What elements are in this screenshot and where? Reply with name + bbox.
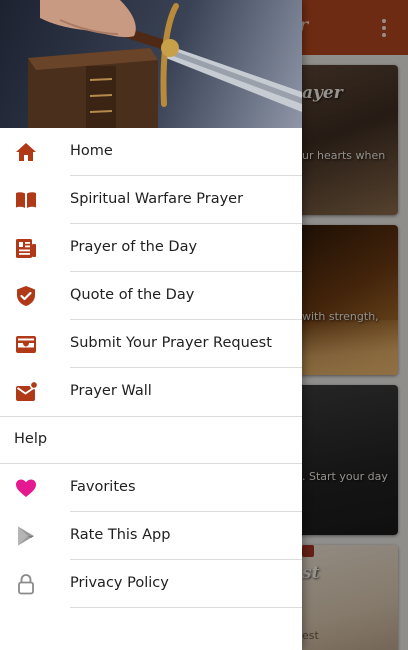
divider [0, 416, 302, 417]
drawer-item-favorites[interactable]: Favorites [0, 464, 302, 512]
drawer-item-rate-this-app[interactable]: Rate This App [0, 512, 302, 560]
drawer-header-image [0, 0, 302, 128]
navigation-drawer: Home Spiritual Warfare Prayer Prayer of … [0, 0, 302, 650]
drawer-item-quote-of-the-day[interactable]: Quote of the Day [0, 272, 302, 320]
drawer-item-submit-prayer-request[interactable]: Submit Your Prayer Request [0, 320, 302, 368]
drawer-item-label: Submit Your Prayer Request [70, 335, 272, 351]
mail-notification-icon [16, 380, 38, 401]
drawer-section-help: Help [0, 416, 302, 464]
home-icon [16, 143, 36, 161]
inbox-icon [16, 336, 36, 353]
section-label: Help [14, 431, 48, 447]
drawer-item-label: Favorites [70, 479, 136, 495]
drawer-item-label: Spiritual Warfare Prayer [70, 191, 244, 207]
drawer-item-label: Prayer of the Day [70, 239, 198, 255]
drawer-item-prayer-wall[interactable]: Prayer Wall [0, 368, 302, 416]
divider [70, 607, 302, 608]
drawer-item-label: Quote of the Day [70, 287, 195, 303]
hand-bible-sword-illustration [28, 0, 302, 128]
drawer-item-label: Home [70, 143, 113, 159]
lock-icon [18, 574, 34, 595]
drawer-item-spiritual-warfare-prayer[interactable]: Spiritual Warfare Prayer [0, 176, 302, 224]
drawer-item-label: Privacy Policy [70, 575, 169, 591]
heart-icon [16, 479, 36, 497]
drawer-item-label: Prayer Wall [70, 383, 152, 399]
drawer-item-label: Rate This App [70, 527, 171, 543]
drawer-item-prayer-of-the-day[interactable]: Prayer of the Day [0, 224, 302, 272]
play-store-icon [18, 526, 34, 546]
drawer-item-privacy-policy[interactable]: Privacy Policy [0, 560, 302, 608]
shield-check-icon [17, 286, 35, 306]
book-icon [16, 192, 36, 208]
drawer-menu: Home Spiritual Warfare Prayer Prayer of … [0, 128, 302, 608]
drawer-item-home[interactable]: Home [0, 128, 302, 176]
article-icon [16, 239, 36, 258]
